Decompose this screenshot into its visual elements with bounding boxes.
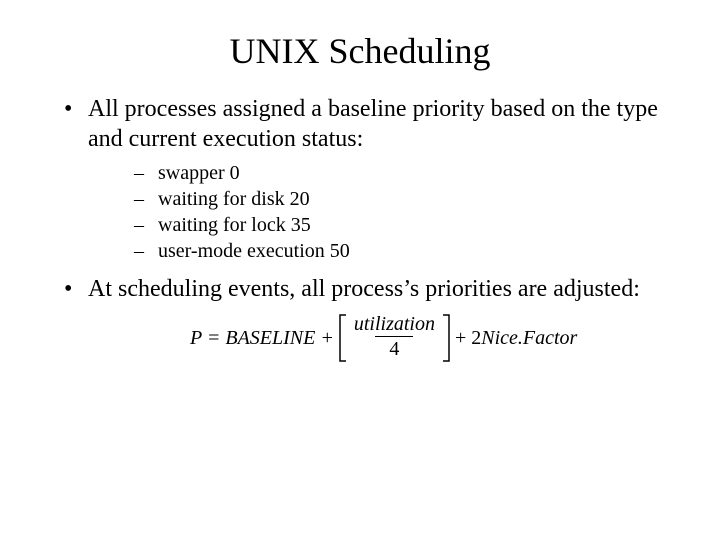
- formula-fraction: utilization 4: [348, 314, 441, 362]
- formula-rest: Nice.Factor: [481, 327, 577, 349]
- bullet-item-1: All processes assigned a baseline priori…: [60, 94, 660, 264]
- formula-numerator: utilization: [352, 314, 437, 336]
- formula-bracket: utilization 4: [338, 314, 451, 362]
- bullet-item-2: At scheduling events, all process’s prio…: [60, 274, 660, 304]
- sub-bullet-2: waiting for disk 20: [116, 186, 660, 212]
- right-bracket-icon: [441, 314, 451, 362]
- sub-bullet-list: swapper 0 waiting for disk 20 waiting fo…: [116, 160, 660, 264]
- formula-rhs: + 2Nice.Factor: [455, 327, 577, 350]
- sub-bullet-3: waiting for lock 35: [116, 212, 660, 238]
- sub-bullet-4: user-mode execution 50: [116, 238, 660, 264]
- bullet-list: All processes assigned a baseline priori…: [60, 94, 660, 304]
- formula-two: 2: [471, 327, 481, 349]
- formula-denominator: 4: [375, 336, 413, 359]
- sub-list-wrap: swapper 0 waiting for disk 20 waiting fo…: [88, 160, 660, 264]
- slide: UNIX Scheduling All processes assigned a…: [0, 0, 720, 540]
- formula-plus: +: [455, 327, 466, 349]
- priority-formula: P = BASELINE + utilization 4 + 2Nice.Fac…: [190, 314, 660, 362]
- bullet-text-1: All processes assigned a baseline priori…: [88, 96, 658, 152]
- slide-title: UNIX Scheduling: [60, 30, 660, 72]
- left-bracket-icon: [338, 314, 348, 362]
- formula-lhs: P = BASELINE +: [190, 327, 334, 350]
- bullet-text-2: At scheduling events, all process’s prio…: [88, 276, 640, 302]
- sub-bullet-1: swapper 0: [116, 160, 660, 186]
